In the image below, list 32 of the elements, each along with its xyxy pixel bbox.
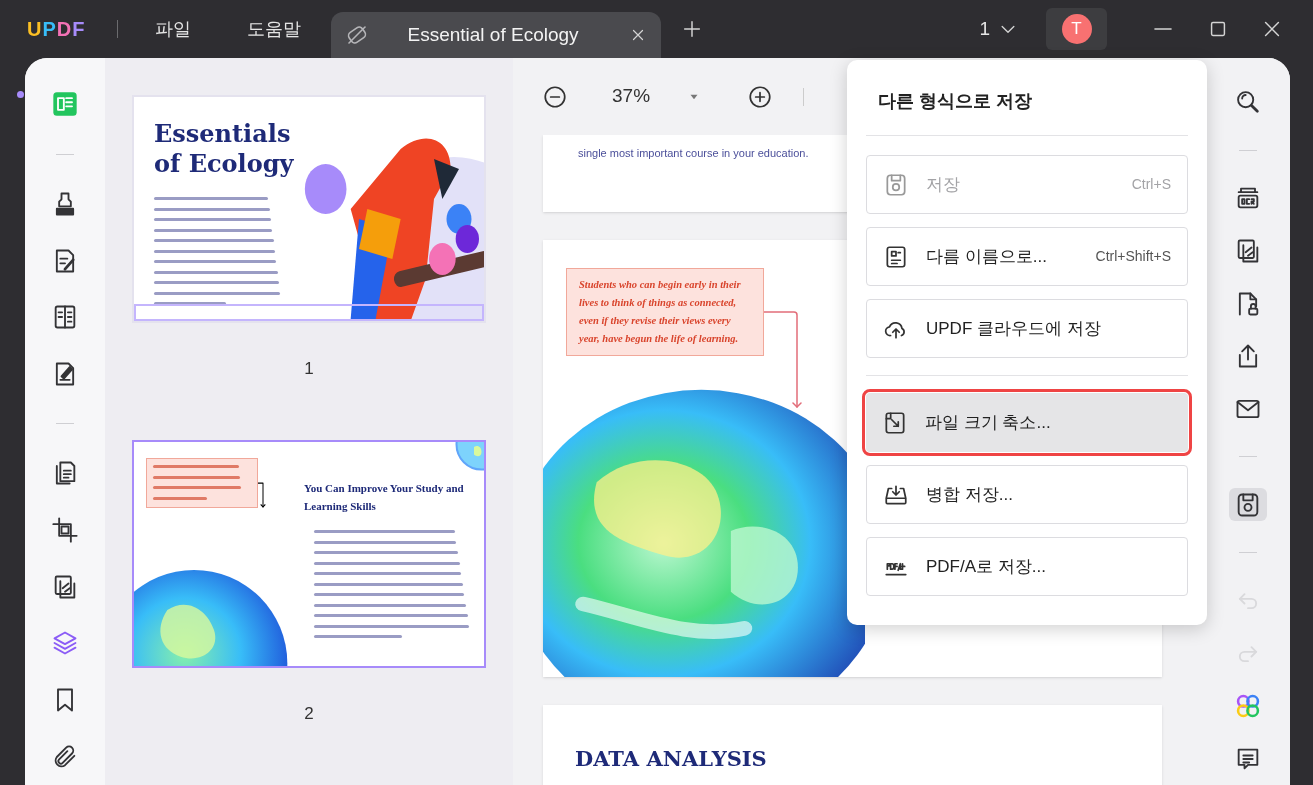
callout-text: Students who can begin early in their lives to think of things as connected, even if they revise their views every year, have begun the life of learning. xyxy=(566,268,764,356)
arrow-connector xyxy=(258,482,266,508)
page-switcher[interactable]: 1 xyxy=(979,14,1018,44)
menu-item[interactable]: PDF/A로 저장... xyxy=(866,537,1188,596)
document-icon xyxy=(883,243,909,270)
menu-item[interactable]: 파일 xyxy=(155,15,192,43)
user-avatar: T xyxy=(1061,14,1092,44)
globe-corner-drawing xyxy=(454,442,484,472)
page-thumbnail[interactable]: Essentials of Ecology xyxy=(132,95,486,323)
menu-item[interactable]: 병합 저장... xyxy=(866,465,1188,524)
menu-item[interactable]: UPDF 클라우드에 저장 xyxy=(866,299,1188,358)
document-tab[interactable]: Essential of Ecology xyxy=(331,12,662,58)
page-number: 2 xyxy=(304,702,314,725)
menu-title: 다른 형식으로 저장 xyxy=(877,90,1033,113)
compress-icon xyxy=(882,409,908,436)
shortcut-text: Ctrl+Shift+S xyxy=(1095,247,1171,266)
tab-title: Essential of Ecology xyxy=(407,22,580,47)
zoom-in-icon[interactable] xyxy=(747,83,774,110)
app-logo: UPDF xyxy=(27,17,86,42)
page-number: 1 xyxy=(304,357,314,380)
cover-title: Essentials of Ecology xyxy=(154,119,295,179)
save-icon[interactable] xyxy=(1228,488,1267,522)
page-text: single most important course in your education. xyxy=(578,146,809,161)
zoom-out-icon[interactable] xyxy=(542,83,568,110)
shortcut-text: Ctrl+S xyxy=(1131,175,1171,194)
zoom-level[interactable]: 37% xyxy=(612,82,651,111)
page-thumbnail[interactable]: You Can Improve Your Study and Learning Skills xyxy=(132,440,486,668)
menu-item[interactable]: 다름 이름으로... Ctrl+Shift+S xyxy=(866,227,1188,286)
page-heading: DATA ANALYSIS xyxy=(575,745,767,773)
page-heading: You Can Improve Your Study and Learning Skills xyxy=(304,481,465,514)
menu-item[interactable]: 도움말 xyxy=(247,15,302,43)
save-icon xyxy=(883,171,909,198)
